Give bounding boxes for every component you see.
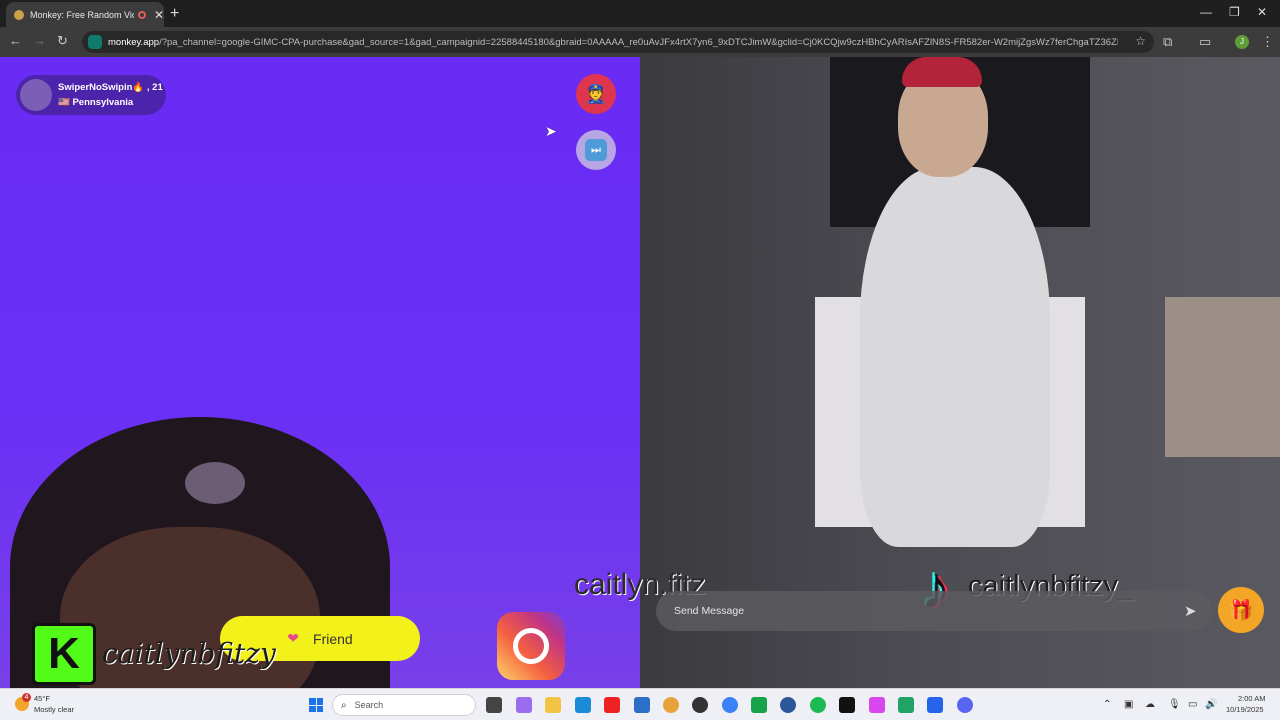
edge-icon[interactable] [575,697,591,713]
fast-forward-icon: ⏭ [585,139,607,161]
address-bar[interactable]: monkey.app/?pa_channel=google-GIMC-CPA-p… [82,31,1154,53]
word-icon[interactable] [780,697,796,713]
minimize-button[interactable]: — [1200,5,1212,19]
clock-time[interactable]: 2:00 AM [1238,694,1266,703]
url-text: monkey.app/?pa_channel=google-GIMC-CPA-p… [108,37,1118,48]
mouse-cursor-icon: ➤ [545,123,557,139]
excel-icon[interactable] [898,697,914,713]
volume-icon[interactable]: 🔊 [1205,699,1217,710]
back-button[interactable]: ← [9,33,22,48]
menu-dots-icon[interactable]: ⋮ [1261,34,1274,50]
app-icon[interactable] [722,697,738,713]
spotify-icon[interactable] [810,697,826,713]
gift-icon: 🎁 [1228,599,1254,622]
background-shoe-shelf [1165,297,1280,457]
tab-title: Monkey: Free Random Vide [30,9,134,20]
partner-avatar [20,79,52,111]
browser-tab-bar: Monkey: Free Random Vide ✕ + — ❐ ✕ [0,0,1280,27]
microphone-icon[interactable]: 🎙 [1168,699,1181,710]
partner-info-chip[interactable]: SwiperNoSwipin🔥 , 21 🇺🇸 Pennsylvania [16,75,166,115]
url-host: monkey.app [108,36,160,48]
app-2-icon[interactable] [869,697,885,713]
search-icon: ⌕ [341,699,347,711]
windows-taskbar: 4 45°F Mostly clear ⌕ Search ⌃ ▣ ☁ 🎙 ▭ 🔊… [0,688,1280,720]
clock-date[interactable]: 10/19/2025 [1226,705,1264,714]
search-placeholder: Search [354,700,384,710]
file-explorer-icon[interactable] [545,697,561,713]
gift-button[interactable]: 🎁 [1218,587,1264,633]
task-view-icon[interactable] [486,697,502,713]
tray-overflow-icon[interactable]: ⌃ [1103,699,1111,710]
forward-button[interactable]: → [33,33,46,48]
youtube-icon[interactable] [604,697,620,713]
browser-tab[interactable]: Monkey: Free Random Vide ✕ [6,2,164,27]
chrome-icon[interactable] [663,697,679,713]
recording-indicator-icon [137,10,146,19]
copilot-icon[interactable] [516,697,532,713]
windows-start-icon[interactable] [309,698,323,712]
hat-logo [185,462,245,504]
partner-location: 🇺🇸 Pennsylvania [58,97,134,108]
new-tab-button[interactable]: + [170,5,179,23]
cloud-icon[interactable]: ☁ [1145,699,1155,710]
discord-icon[interactable] [957,697,973,713]
instagram-logo-icon [497,612,565,680]
message-input[interactable]: Send Message [656,591,1212,631]
github-icon[interactable] [692,697,708,713]
cast-icon[interactable]: ▭ [1199,34,1211,50]
kick-handle: caitlynbfitzy [102,637,276,670]
games-icon[interactable] [751,697,767,713]
monkey-favicon-icon [14,9,24,20]
weather-badge: 4 [22,693,31,702]
friend-label: Friend [313,630,353,647]
weather-condition: Mostly clear [34,705,75,714]
terminal-icon[interactable] [839,697,855,713]
tray-app-icon[interactable]: ▣ [1124,699,1133,710]
camera-permission-icon[interactable] [88,35,102,49]
report-button[interactable]: 👮 [576,74,616,114]
extensions-icon[interactable]: ⧉ [1163,34,1172,50]
message-placeholder: Send Message [674,605,745,617]
kick-logo-icon: K [32,623,96,685]
send-icon[interactable]: ➤ [1184,602,1197,620]
restore-button[interactable]: ❐ [1229,5,1240,19]
url-path: /?pa_channel=google-GIMC-CPA-purchase&ga… [159,36,1118,48]
heart-icon: ❤ [287,630,300,646]
app-3-icon[interactable] [927,697,943,713]
police-officer-icon: 👮 [584,83,608,104]
store-icon[interactable] [634,697,650,713]
close-tab-icon[interactable]: ✕ [154,8,164,22]
browser-toolbar: ← → ↻ monkey.app/?pa_channel=google-GIMC… [0,27,1280,57]
profile-avatar[interactable]: J [1235,35,1249,49]
network-icon[interactable]: ▭ [1188,699,1197,710]
skip-button[interactable]: ⏭ [576,130,616,170]
bookmark-star-icon[interactable]: ☆ [1135,34,1146,48]
taskbar-search[interactable]: ⌕ Search [332,694,476,716]
weather-temperature: 45°F [34,694,50,703]
partner-name: SwiperNoSwipin🔥 , 21 [58,82,163,93]
partner-video: SwiperNoSwipin🔥 , 21 🇺🇸 Pennsylvania 👮 ⏭… [0,57,640,688]
close-window-button[interactable]: ✕ [1257,5,1267,19]
self-costume [860,167,1050,547]
reload-button[interactable]: ↻ [57,33,68,49]
self-cap [902,57,982,87]
